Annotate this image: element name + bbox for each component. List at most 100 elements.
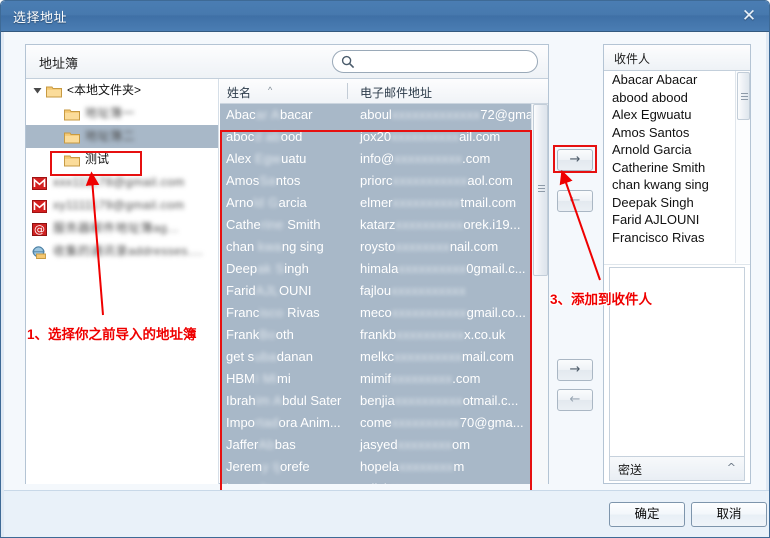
contact-name-cell: Jeremy Ijorefe — [226, 456, 310, 478]
expander-triangle-icon[interactable] — [33, 86, 42, 95]
remove-from-bcc-button[interactable]: ← — [557, 389, 593, 411]
folder-tree[interactable]: <本地文件夹> 地址簿一 地址簿二 测试 xxx111178@gmail.com xy11… — [26, 79, 219, 484]
recipients-list[interactable]: Abacar Abacar abood abood Alex Egwuatu Amos… — [604, 71, 750, 263]
search-box[interactable] — [332, 50, 538, 73]
email-tail-part: tmail.com — [460, 195, 517, 210]
name-redacted-part: ar A — [255, 107, 280, 122]
email-redacted-part: xxxxxxxxx — [391, 371, 453, 386]
table-row[interactable]: Alex Egwuatu info@xxxxxxxxxx.com — [220, 148, 531, 170]
name-redacted-part: ak S — [257, 261, 285, 276]
list-item[interactable]: Francisco Rivas — [604, 229, 750, 247]
tree-item[interactable]: 地址簿二 — [26, 125, 218, 148]
name-tail-part: ora Anim... — [278, 415, 341, 430]
email-tail-part: .com — [452, 371, 481, 386]
name-redacted-part: rtad — [254, 415, 279, 430]
list-item[interactable]: Catherine Smith — [604, 159, 750, 177]
add-to-recipients-button[interactable]: → — [557, 149, 593, 171]
search-input[interactable] — [359, 53, 529, 70]
recipients-scrollbar[interactable] — [735, 71, 750, 263]
list-item[interactable]: Deepak Singh — [604, 194, 750, 212]
close-icon[interactable]: ✕ — [737, 5, 761, 27]
email-visible-part: benjia — [360, 393, 395, 408]
table-row[interactable]: Catherine Smith katarzxxxxxxxxxxorek.i19.… — [220, 214, 531, 236]
email-redacted-part: xxxxxxxxxx — [393, 349, 462, 364]
table-row[interactable]: Jeremy Ijorefe hopelaxxxxxxxxm — [220, 456, 531, 478]
email-visible-part: roysto — [360, 239, 396, 254]
email-tail-part: .com — [462, 151, 491, 166]
table-row[interactable]: Deepak Singh himalaxxxxxxxxxx0gmail.c... — [220, 258, 531, 280]
list-item[interactable]: abood abood — [604, 89, 750, 107]
contact-list-scrollbar[interactable] — [531, 104, 548, 484]
table-row[interactable]: Ibrahim Abdul Sater benjiaxxxxxxxxxxotmai… — [220, 390, 531, 412]
contact-email-cell: melkcxxxxxxxxxxmail.com — [360, 346, 514, 368]
contact-list-scroll-thumb[interactable] — [533, 104, 548, 276]
contact-name-cell: Ibrahim Abdul Sater — [226, 390, 341, 412]
table-row[interactable]: HBMI Mimi mimifxxxxxxxxx.com — [220, 368, 531, 390]
contact-name-cell: Alex Egwuatu — [226, 148, 306, 170]
tree-item[interactable]: 测试 — [26, 148, 218, 171]
remove-from-recipients-button[interactable]: ← — [557, 190, 593, 212]
table-row[interactable]: keron Jeerong prilykxxxxxxxxx.com — [220, 478, 531, 484]
chevron-up-icon[interactable]: ^ — [727, 461, 736, 474]
search-icon — [341, 55, 355, 69]
list-item[interactable]: Amos Santos — [604, 124, 750, 142]
table-row[interactable]: Amos Santos priorcxxxxxxxxxxxaol.com — [220, 170, 531, 192]
email-visible-part: katarz — [360, 217, 396, 232]
bcc-list[interactable] — [609, 267, 745, 457]
list-item[interactable]: Farid AJLOUNI — [604, 211, 750, 229]
name-visible-part: chan — [226, 239, 258, 254]
table-row[interactable]: Francisco Rivas mecoxxxxxxxxxxxgmail.co..… — [220, 302, 531, 324]
contact-list[interactable]: 姓名 ^ 电子邮件地址 Abacar Abacar aboulxxxxxxxxxx… — [220, 79, 548, 484]
add-to-bcc-button[interactable]: → — [557, 359, 593, 381]
table-row[interactable]: chan kwang sing roystoxxxxxxxxnail.com — [220, 236, 531, 258]
name-tail-part: orefe — [279, 459, 310, 474]
email-tail-part: orek.i19... — [463, 217, 521, 232]
email-visible-part: melkc — [360, 349, 394, 364]
contact-email-cell: jox20xxxxxxxxxxail.com — [360, 126, 500, 148]
contact-email-cell: aboulxxxxxxxxxxxxx72@gmai... — [360, 104, 531, 126]
tree-item[interactable]: 收集的通讯录addresses.... — [26, 240, 218, 263]
column-header-name[interactable]: 姓名 — [227, 84, 251, 101]
tree-item[interactable]: @ 服务器邮件地址簿ag... — [26, 217, 218, 240]
table-row[interactable]: Frank Booth frankbxxxxxxxxxxx.co.uk — [220, 324, 531, 346]
tree-item[interactable]: 地址簿一 — [26, 102, 218, 125]
tree-item[interactable]: xxx111178@gmail.com — [26, 171, 218, 194]
tree-item[interactable]: <本地文件夹> — [26, 79, 218, 102]
cancel-button[interactable]: 取消 — [691, 502, 767, 527]
list-item[interactable]: Alex Egwuatu — [604, 106, 750, 124]
globe-icon — [32, 244, 48, 259]
table-row[interactable]: abocd abood jox20xxxxxxxxxxail.com — [220, 126, 531, 148]
recipients-scroll-thumb[interactable] — [737, 72, 750, 120]
bcc-bar[interactable]: 密送 ^ — [609, 457, 745, 481]
list-item[interactable]: chan kwang sing — [604, 176, 750, 194]
ok-button[interactable]: 确定 — [609, 502, 685, 527]
name-tail-part: bdul Sater — [282, 393, 342, 408]
tree-item[interactable]: xy1111179@gmail.com — [26, 194, 218, 217]
email-visible-part: himala — [360, 261, 399, 276]
name-tail-part: bacar — [279, 107, 313, 122]
column-header-email[interactable]: 电子邮件地址 — [360, 84, 432, 101]
list-item[interactable]: Abacar Abacar — [604, 71, 750, 89]
table-row[interactable]: Jaffer Abbas jasyedxxxxxxxxom — [220, 434, 531, 456]
list-item[interactable]: Arnold Garcia — [604, 141, 750, 159]
name-visible-part: keron — [226, 481, 259, 484]
folder-icon — [64, 129, 80, 144]
arrow-left-icon: ← — [569, 392, 581, 407]
name-visible-part: Farid — [226, 283, 256, 298]
name-redacted-part: uba — [254, 349, 277, 364]
recipients-title: 收件人 — [614, 52, 651, 66]
contact-name-cell: keron Jeerong — [226, 478, 306, 484]
name-visible-part: HBM — [226, 371, 255, 386]
name-visible-part: aboc — [226, 129, 255, 144]
table-row[interactable]: Arnold Garcia elmerxxxxxxxxxxtmail.com — [220, 192, 531, 214]
table-row[interactable]: Abacar Abacar aboulxxxxxxxxxxxxx72@gmai..… — [220, 104, 531, 126]
table-row[interactable]: get subadanan melkcxxxxxxxxxxmail.com — [220, 346, 531, 368]
table-row[interactable]: Importadora Anim... comexxxxxxxxxx70@gma.… — [220, 412, 531, 434]
email-tail-part: ail.com — [459, 129, 501, 144]
contact-name-cell: Arnold Garcia — [226, 192, 307, 214]
contact-email-cell: priorcxxxxxxxxxxxaol.com — [360, 170, 513, 192]
table-row[interactable]: Farid AJLOUNI fajlouxxxxxxxxxxx — [220, 280, 531, 302]
contact-rows[interactable]: Abacar Abacar aboulxxxxxxxxxxxxx72@gmai..… — [220, 104, 531, 484]
name-tail-part: ood — [280, 129, 303, 144]
email-redacted-part: xxxxxxxxxx — [394, 151, 463, 166]
